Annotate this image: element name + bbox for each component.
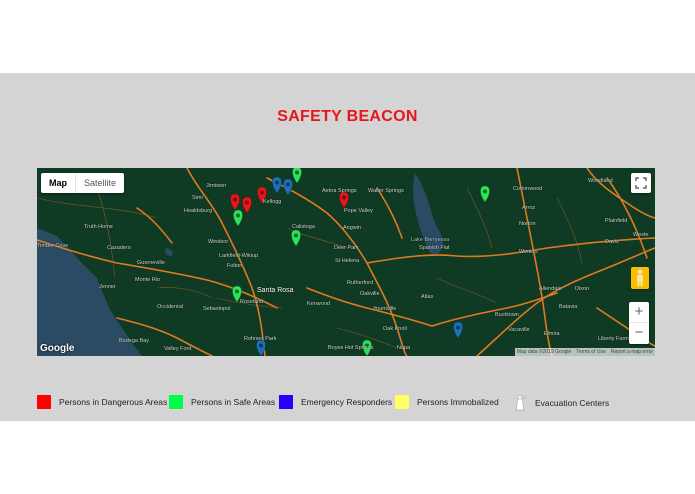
page-title: SAFETY BEACON (277, 108, 418, 125)
map-attribution: Map data ©2019 Google Terms of Use Repor… (514, 348, 655, 356)
map-data-credit: Map data ©2019 Google (516, 349, 572, 355)
place-label: Boyes Hot Springs (328, 345, 374, 351)
place-label: Liberty Farms (598, 336, 632, 342)
place-label: Vacaville (508, 327, 530, 333)
place-label: Calistoga (292, 224, 315, 230)
place-label: Walter Springs (368, 188, 404, 194)
place-label: Simi (192, 195, 203, 201)
place-label: Atlas (421, 294, 434, 300)
place-label: Fulton (227, 263, 243, 269)
zoom-out-button[interactable]: − (629, 323, 649, 344)
place-label: Windsor (208, 239, 229, 245)
place-label: Aetna Springs (322, 188, 357, 194)
legend-item-immobilized: Persons Immobalized (395, 395, 499, 409)
place-label: Roseland (240, 299, 264, 305)
place-label: Allendale (539, 286, 562, 292)
place-label: Norton (519, 221, 536, 227)
place-label: Davis (605, 239, 619, 245)
place-label: Valley Ford (164, 346, 192, 352)
place-label: Dixon (575, 286, 590, 292)
legend-item-evacuation: Evacuation Centers (513, 395, 609, 411)
place-label: St Helena (335, 258, 360, 264)
place-label: Winters (519, 249, 538, 255)
place-label: Oak Knoll (383, 326, 407, 332)
place-label: Rutherford (347, 280, 373, 286)
place-label: Truth Home (84, 224, 113, 230)
place-label: Healdsburg (184, 208, 213, 214)
place-label: Weste (633, 232, 649, 238)
place-label: Monte Rio (135, 277, 161, 283)
place-label: Spanish Flat (419, 245, 450, 251)
legend-label: Persons Immobalized (417, 397, 499, 407)
place-label: Bodega Bay (119, 338, 149, 344)
legend-item-safe: Persons in Safe Areas (169, 395, 275, 409)
report-map-error-link[interactable]: Report a map error (611, 349, 653, 355)
place-label: Batavia (559, 304, 578, 310)
map-type-control: Map Satellite (41, 173, 125, 193)
place-label: Yountville (373, 306, 397, 312)
blue-square (279, 395, 293, 409)
lighthouse-icon (515, 395, 527, 411)
map-type-map-button[interactable]: Map (41, 173, 76, 193)
place-label: Cazadero (107, 245, 131, 251)
map-pin-safe (480, 185, 490, 203)
map-pin-danger (230, 193, 240, 211)
map-pin-safe (233, 209, 243, 227)
map-pins (230, 168, 490, 356)
map-pin-danger (339, 191, 349, 209)
place-label: Guerneville (137, 260, 165, 266)
red-square (37, 395, 51, 409)
place-label: Oakville (360, 291, 380, 297)
place-label: Rohnert Park (244, 336, 277, 342)
place-label: Bucktown (495, 312, 519, 318)
yellow-square (395, 395, 409, 409)
terms-of-use-link[interactable]: Terms of Use (576, 349, 605, 355)
map-legend: Persons in Dangerous Areas Persons in Sa… (37, 395, 657, 413)
place-label: Jimtown (206, 183, 227, 189)
place-label: Jenner (99, 284, 116, 290)
place-label: Larkfield-Wikiup (219, 253, 259, 259)
fullscreen-icon (635, 177, 647, 189)
pegman-icon (637, 269, 643, 286)
map-pin-safe (291, 229, 301, 247)
place-label: Arroz (522, 205, 536, 211)
map-pin-responder (283, 178, 293, 196)
google-map[interactable]: Jimtown Simi Healdsburg Kellogg Aetna Sp… (37, 168, 655, 356)
place-label: Napa (397, 345, 411, 351)
legend-label: Emergency Responders (301, 397, 393, 407)
place-label: Occidental (157, 304, 183, 310)
content-panel: SAFETY BEACON Jimtown Simi Healdsburg Ke… (0, 73, 695, 421)
street-view-pegman[interactable] (631, 267, 649, 289)
green-square (169, 395, 183, 409)
place-label: Sebastopol (203, 306, 231, 312)
google-logo[interactable]: Google (40, 343, 74, 354)
place-label: Cottonwood (513, 186, 543, 192)
place-label: Kellogg (263, 199, 282, 205)
place-label: Kenwood (307, 301, 330, 307)
map-type-satellite-button[interactable]: Satellite (76, 173, 124, 193)
legend-item-responders: Emergency Responders (279, 395, 392, 409)
map-pin-responder (272, 176, 282, 194)
place-label: Timber Cove (37, 243, 69, 249)
legend-label: Persons in Dangerous Areas (59, 397, 168, 407)
place-label: Lake Berryessa (411, 237, 450, 243)
zoom-control: + − (629, 302, 649, 344)
place-label: Plainfield (605, 218, 628, 224)
legend-item-danger: Persons in Dangerous Areas (37, 395, 167, 409)
map-pin-safe (292, 168, 302, 184)
place-label: Santa Rosa (257, 287, 294, 294)
place-label: Woodland (588, 178, 613, 184)
place-label: Pope Valley (344, 208, 373, 214)
zoom-in-button[interactable]: + (629, 302, 649, 323)
place-label: Deer Park (334, 245, 359, 251)
place-label: Elmira (544, 331, 560, 337)
map-pin-danger (242, 196, 252, 214)
legend-label: Evacuation Centers (535, 398, 610, 408)
legend-label: Persons in Safe Areas (191, 397, 276, 407)
place-label: Angwin (343, 225, 362, 231)
map-pin-responder (453, 321, 463, 339)
fullscreen-button[interactable] (631, 173, 651, 193)
